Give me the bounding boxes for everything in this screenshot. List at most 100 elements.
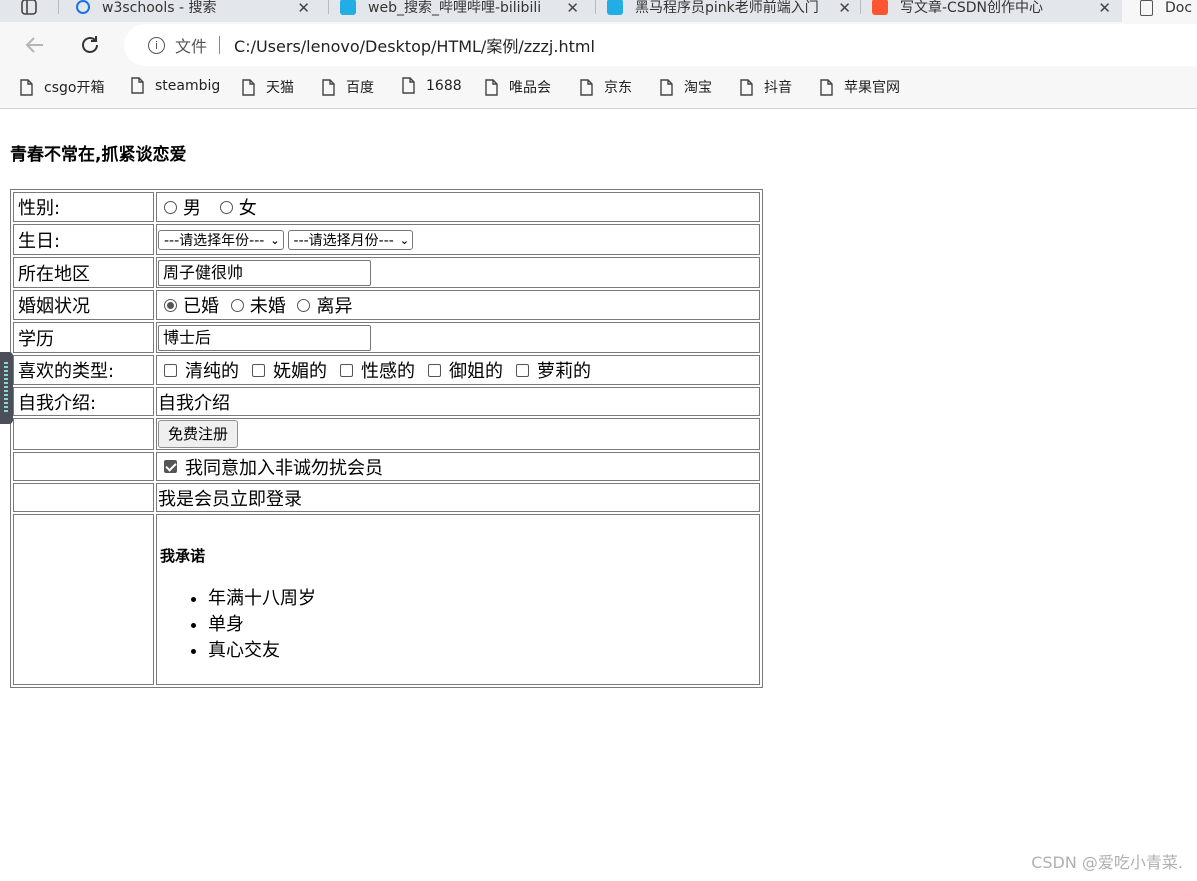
reload-button[interactable] — [77, 32, 103, 58]
radio-button[interactable] — [219, 200, 233, 214]
address-bar[interactable]: i 文件 C:/Users/lenovo/Desktop/HTML/案例/zzz… — [124, 24, 1197, 66]
login-link[interactable]: 我是会员立即登录 — [156, 483, 760, 512]
list-item: 年满十八周岁 — [208, 586, 758, 612]
bookmark-label: 苹果官网 — [844, 80, 900, 96]
intro-text: 自我介绍 — [156, 387, 760, 416]
table-row: 喜欢的类型: 清纯的 妩媚的 性感的 御姐的 萝莉的 — [13, 355, 760, 385]
side-handle[interactable] — [0, 352, 13, 424]
type-option[interactable]: 萝莉的 — [510, 357, 591, 383]
page-icon — [740, 78, 753, 96]
birthday-cell: ---请选择年份--- ⌄ ---请选择月份--- ⌄ — [156, 224, 760, 255]
type-option[interactable]: 妩媚的 — [246, 357, 327, 383]
checkbox[interactable] — [516, 363, 529, 377]
toolbar: i 文件 C:/Users/lenovo/Desktop/HTML/案例/zzz… — [0, 22, 1197, 68]
close-icon[interactable]: ✕ — [838, 0, 851, 17]
marital-label: 婚姻状况 — [13, 290, 154, 320]
agree-checkbox[interactable] — [164, 460, 177, 473]
bookmark-item[interactable]: 1688 — [402, 77, 462, 94]
checkbox[interactable] — [340, 363, 353, 377]
tab-list-icon[interactable] — [20, 0, 38, 22]
region-input[interactable]: 周子健很帅 — [158, 259, 371, 286]
bookmark-item[interactable]: 抖音 — [740, 77, 792, 97]
tab-separator — [328, 0, 329, 14]
radio-button[interactable] — [164, 200, 177, 214]
page-icon — [242, 78, 255, 96]
education-label: 学历 — [13, 322, 154, 353]
empty-cell — [13, 483, 154, 512]
back-button[interactable] — [22, 32, 48, 58]
intro-label: 自我介绍: — [13, 387, 154, 416]
checkbox[interactable] — [252, 363, 265, 377]
tab-title: web_搜索_哔哩哔哩-bilibili — [368, 0, 542, 16]
table-row: 生日: ---请选择年份--- ⌄ ---请选择月份--- ⌄ — [13, 224, 760, 255]
bookmark-label: 1688 — [426, 77, 462, 94]
tab-bilibili-web[interactable]: web_搜索_哔哩哔哩-bilibili ✕ — [340, 0, 585, 22]
agree-option[interactable]: 我同意加入非诚勿扰会员 — [158, 454, 383, 480]
tab-active[interactable]: Doc — [1122, 0, 1197, 22]
month-select[interactable]: ---请选择月份--- ⌄ — [287, 230, 414, 250]
table-row: 性别: 男 女 — [13, 192, 760, 222]
table-row: 免费注册 — [13, 418, 760, 450]
table-row: 我是会员立即登录 — [13, 483, 760, 512]
tab-separator — [58, 0, 59, 14]
bookmark-label: 天猫 — [266, 80, 294, 96]
select-value: ---请选择月份--- — [293, 233, 394, 249]
bookmark-item[interactable]: 唯品会 — [485, 77, 551, 97]
education-input[interactable]: 博士后 — [158, 324, 371, 351]
promise-list: 年满十八周岁 单身 真心交友 — [158, 586, 758, 664]
page-icon — [1140, 0, 1153, 16]
close-icon[interactable]: ✕ — [297, 0, 310, 17]
bookmark-item[interactable]: 京东 — [580, 77, 632, 97]
gender-option-female[interactable]: 女 — [214, 194, 257, 220]
marital-option-married[interactable]: 已婚 — [158, 292, 219, 318]
marital-option-divorced[interactable]: 离异 — [291, 292, 352, 318]
chevron-down-icon: ⌄ — [270, 233, 280, 247]
register-button[interactable]: 免费注册 — [158, 420, 239, 448]
region-cell: 周子健很帅 — [156, 257, 760, 288]
radio-button[interactable] — [164, 298, 177, 312]
option-label: 女 — [238, 198, 257, 219]
option-label: 萝莉的 — [537, 361, 591, 382]
tab-csdn[interactable]: 写文章-CSDN创作中心 ✕ — [872, 0, 1117, 22]
bookmark-item[interactable]: csgo开箱 — [20, 77, 104, 97]
year-select[interactable]: ---请选择年份--- ⌄ — [158, 230, 284, 250]
marital-option-single[interactable]: 未婚 — [225, 292, 286, 318]
info-icon[interactable]: i — [148, 36, 165, 54]
gender-option-male[interactable]: 男 — [158, 194, 201, 220]
type-option[interactable]: 御姐的 — [422, 357, 503, 383]
empty-cell — [13, 418, 154, 450]
close-icon[interactable]: ✕ — [566, 0, 579, 17]
tab-strip: w3schools - 搜索 ✕ web_搜索_哔哩哔哩-bilibili ✕ … — [0, 0, 1197, 22]
bilibili-icon — [607, 0, 623, 15]
register-cell: 免费注册 — [156, 418, 760, 450]
table-row: 所在地区 周子健很帅 — [13, 257, 760, 288]
checkbox[interactable] — [428, 363, 441, 377]
search-icon — [76, 0, 90, 14]
list-item: 真心交友 — [208, 638, 758, 664]
bookmark-item[interactable]: 淘宝 — [660, 77, 712, 97]
gender-cell: 男 女 — [156, 192, 760, 222]
tab-w3schools[interactable]: w3schools - 搜索 ✕ — [76, 0, 316, 22]
bookmark-item[interactable]: 百度 — [322, 77, 374, 97]
promise-cell: 我承诺 年满十八周岁 单身 真心交友 — [156, 514, 760, 685]
type-option[interactable]: 清纯的 — [158, 357, 239, 383]
tab-separator — [595, 0, 596, 14]
bookmark-item[interactable]: 天猫 — [242, 77, 294, 97]
bilibili-icon — [340, 0, 356, 15]
bookmark-item[interactable]: 苹果官网 — [820, 77, 900, 97]
close-icon[interactable]: ✕ — [1098, 0, 1111, 17]
protocol-label: 文件 — [175, 37, 208, 56]
page-icon — [322, 78, 335, 96]
agree-cell: 我同意加入非诚勿扰会员 — [156, 452, 760, 481]
bookmark-item[interactable]: steambig — [131, 77, 220, 94]
url-text[interactable]: C:/Users/lenovo/Desktop/HTML/案例/zzzj.htm… — [234, 33, 595, 57]
tab-title: Doc — [1165, 0, 1193, 16]
type-option[interactable]: 性感的 — [334, 357, 415, 383]
tab-bilibili-pink[interactable]: 黑马程序员pink老师前端入门 ✕ — [607, 0, 857, 22]
option-label: 清纯的 — [185, 361, 239, 382]
radio-button[interactable] — [297, 298, 311, 312]
option-label: 御姐的 — [449, 361, 503, 382]
page-icon — [820, 78, 833, 96]
checkbox[interactable] — [164, 363, 177, 377]
radio-button[interactable] — [230, 298, 244, 312]
